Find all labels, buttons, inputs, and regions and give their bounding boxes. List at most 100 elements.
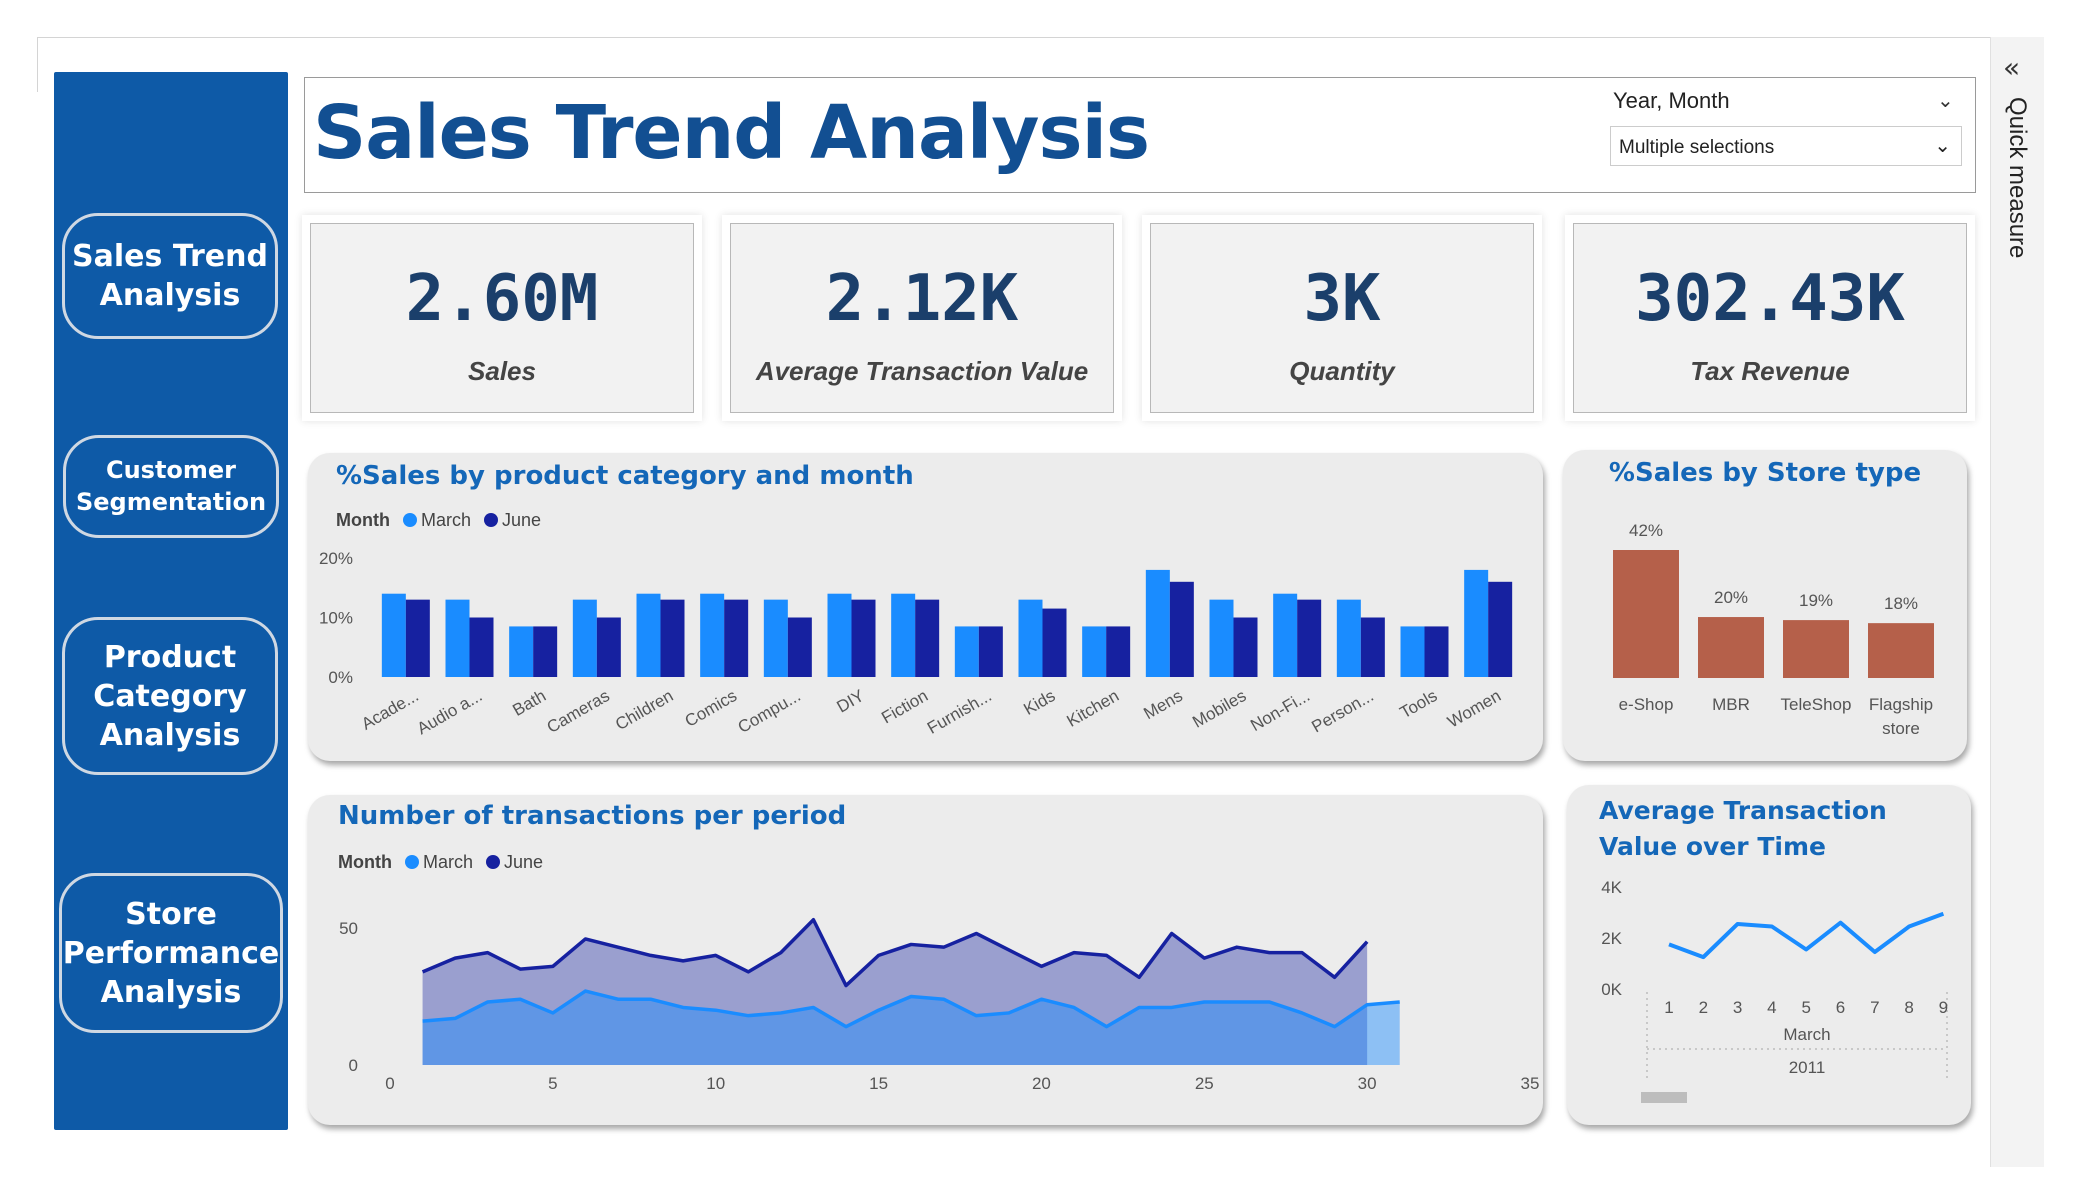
bar-march [1209,599,1234,677]
nav-product-category-analysis[interactable]: Product Category Analysis [62,617,278,775]
panel-transactions-per-period[interactable]: Number of transactions per period Month … [308,795,1543,1125]
year-month-slicer[interactable]: Multiple selections ⌄ [1610,126,1962,166]
x-tick-label: 35 [1521,1074,1540,1093]
kpi-value: 3K [1303,262,1381,336]
x-tick-label: TeleShop [1781,695,1852,714]
x-tick-label: 10 [706,1074,725,1093]
x-tick-label: 6 [1836,998,1845,1017]
kpi-value: 302.43K [1635,262,1905,336]
x-group-label: 2011 [1789,1058,1826,1077]
x-tick-label: 20 [1032,1074,1051,1093]
bar-march [1273,593,1298,677]
data-label: 42% [1629,521,1663,540]
kpi-label: Sales [468,356,536,386]
bar-march [381,593,406,677]
bar-march [636,593,661,677]
y-tick-label: 10% [319,609,353,628]
x-tick-label: 8 [1904,998,1913,1017]
nav-store-performance-analysis[interactable]: Store Performance Analysis [59,873,283,1033]
x-tick-label: MBR [1712,695,1750,714]
x-tick-label: Mobiles [1189,686,1249,732]
nav-label-line: Segmentation [75,487,267,516]
bar-june [469,617,494,677]
header-panel: Sales Trend Analysis Year, Month ⌄ Multi… [304,77,1976,193]
y-tick-label: 4K [1601,878,1622,897]
nav-label-line: Performance [62,935,280,971]
nav-label-line: Analysis [100,974,242,1010]
avg-transaction-line-chart[interactable]: 0K 2K 4K 1 2 3 4 5 6 7 8 9 March 2011 [1567,785,1971,1125]
bar-march [700,593,725,677]
kpi-label: Quantity [1289,356,1395,386]
nav-label-line: Store [125,896,217,932]
kpi-label: Average Transaction Value [755,356,1089,386]
quick-measure-pane[interactable]: « Quick measure [1990,37,2044,1167]
bar-store-type [1698,617,1764,678]
transactions-area-chart[interactable]: 0 50 0 5 10 15 20 25 30 35 [308,795,1543,1125]
x-tick-label: 9 [1939,998,1948,1017]
series-line [1668,911,1945,960]
collapse-icon[interactable]: « [2003,51,2020,84]
bar-june [787,617,812,677]
chevron-down-icon: ⌄ [1934,135,1951,157]
kpi-card-quantity[interactable]: 3K Quantity [1142,215,1542,421]
x-tick-label: 0 [385,1074,394,1093]
bar-june [851,599,876,677]
bar-june [978,626,1003,677]
bar-march [827,593,852,677]
bar-march [1336,599,1361,677]
y-tick-label: 0% [328,668,353,687]
kpi-card-avg-transaction[interactable]: 2.12K Average Transaction Value [722,215,1122,421]
bar-june [915,599,940,677]
panel-sales-by-category[interactable]: %Sales by product category and month Mon… [308,453,1543,761]
x-tick-label: Cameras [544,686,613,737]
nav-label-line: Category [93,678,247,714]
chevron-down-icon[interactable]: ⌄ [1937,88,1954,112]
y-tick-label: 0K [1601,980,1622,999]
bar-march [1018,599,1043,677]
bar-march [891,593,916,677]
x-tick-label: Comics [682,686,741,731]
data-label: 20% [1714,588,1748,607]
slicer-value: Multiple selections [1619,137,1775,158]
bar-june [1360,617,1385,677]
x-tick-label: Person... [1308,686,1376,736]
x-tick-label: 7 [1870,998,1879,1017]
horizontal-scrollbar[interactable] [1641,1092,1687,1103]
nav-label-line: Product [103,639,237,675]
x-tick-label: 1 [1664,998,1673,1017]
page-title: Sales Trend Analysis [313,90,1150,176]
x-tick-label: Women [1444,686,1504,732]
x-tick-label: e-Shop [1619,695,1674,714]
category-bar-chart[interactable]: 0% 10% 20% Acade...Audio a... BathCameras Chi… [308,453,1543,761]
x-tick-label: Flagship [1869,695,1933,714]
bar-june [1424,626,1449,677]
bar-june [596,617,621,677]
x-tick-label: Acade... [358,686,422,734]
bar-march [1082,626,1107,677]
nav-sales-trend-analysis[interactable]: Sales Trend Analysis [62,213,278,339]
y-tick-label: 0 [349,1056,358,1075]
x-tick-label: Bath [509,686,549,720]
data-label: 19% [1799,591,1833,610]
nav-label-line: Sales Trend [72,239,268,274]
x-tick-label: Kids [1020,686,1058,719]
x-tick-label: 15 [869,1074,888,1093]
kpi-card-tax-revenue[interactable]: 302.43K Tax Revenue [1565,215,1975,421]
x-tick-label: Compu... [735,686,804,737]
bar-june [1297,599,1322,677]
nav-label-line: Analysis [99,278,241,313]
bar-june [1488,581,1513,677]
store-type-bar-chart[interactable]: 42% e-Shop 20% MBR 19% TeleShop 18% Flagship sto… [1563,450,1967,761]
panel-avg-transaction-over-time[interactable]: Average Transaction Value over Time 0K 2K… [1567,785,1971,1125]
panel-sales-by-store-type[interactable]: %Sales by Store type 42% e-Shop 20% MBR 19% T… [1563,450,1967,761]
bar-june [1233,617,1258,677]
bar-june [405,599,430,677]
slicer-label: Year, Month [1613,88,1730,113]
kpi-card-sales[interactable]: 2.60M Sales [302,215,702,421]
x-tick-label: Mens [1140,686,1186,723]
y-tick-label: 2K [1601,929,1622,948]
x-tick-label: Kitchen [1064,686,1123,731]
x-tick-label: DIY [833,686,867,717]
bar-march [445,599,470,677]
nav-customer-segmentation[interactable]: Customer Segmentation [63,435,279,538]
